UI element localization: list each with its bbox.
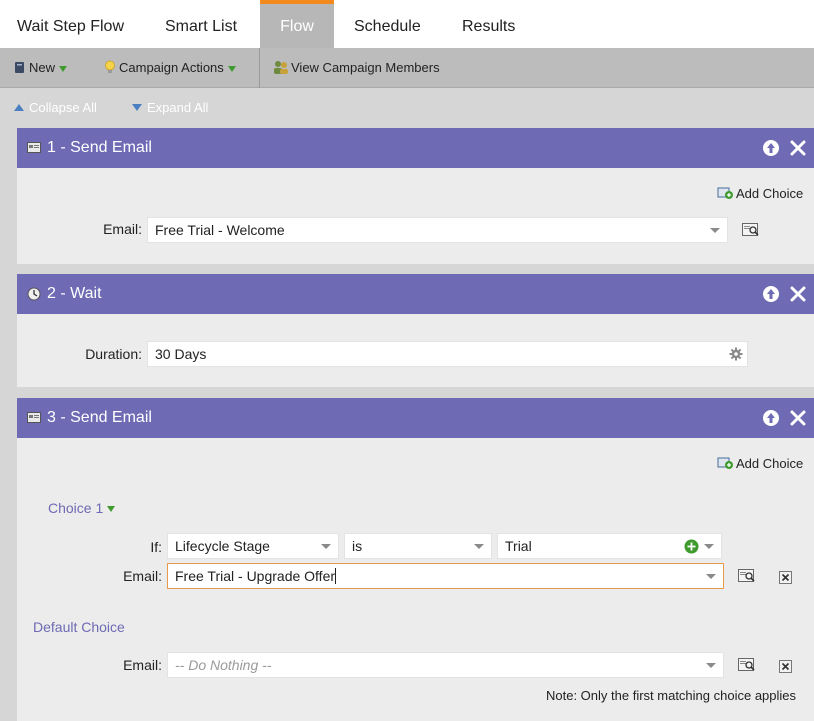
new-icon bbox=[15, 62, 24, 73]
preview-icon[interactable] bbox=[738, 658, 756, 672]
step-header[interactable]: 2 - Wait bbox=[17, 274, 814, 314]
clock-icon bbox=[27, 287, 41, 301]
move-up-icon[interactable] bbox=[762, 409, 780, 427]
duration-value: 30 Days bbox=[155, 346, 207, 362]
chevron-down-icon bbox=[227, 65, 236, 72]
view-campaign-members-button[interactable]: View Campaign Members bbox=[273, 48, 440, 88]
default-choice-label: Default Choice bbox=[33, 619, 125, 635]
tab-bar: Wait Step Flow Smart List Flow Schedule … bbox=[0, 0, 814, 48]
email-value: Free Trial - Welcome bbox=[155, 222, 285, 238]
preview-icon[interactable] bbox=[738, 569, 756, 583]
email-label: Email: bbox=[103, 221, 142, 237]
chevron-down-icon bbox=[474, 544, 484, 549]
triangle-down-icon bbox=[132, 104, 142, 111]
add-choice-icon bbox=[717, 457, 733, 469]
default-email-label: Email: bbox=[123, 657, 162, 673]
preview-icon[interactable] bbox=[742, 223, 760, 237]
view-campaign-members-label: View Campaign Members bbox=[291, 60, 440, 75]
flow-step-2: 2 - Wait Duration: 30 Days bbox=[17, 274, 814, 387]
step-header[interactable]: 3 - Send Email bbox=[17, 398, 814, 438]
choice-note: Note: Only the first matching choice app… bbox=[546, 688, 797, 703]
email-select[interactable]: Free Trial - Welcome bbox=[147, 217, 728, 243]
choice-1-toggle[interactable]: Choice 1 bbox=[48, 500, 116, 516]
gear-icon[interactable] bbox=[729, 347, 743, 361]
step-title: 3 - Send Email bbox=[47, 409, 152, 426]
add-choice-label: Add Choice bbox=[736, 456, 804, 471]
delete-choice-icon[interactable] bbox=[779, 660, 792, 673]
collapse-all-button[interactable]: Collapse All bbox=[14, 100, 97, 115]
add-choice-button[interactable]: Add Choice bbox=[717, 186, 803, 201]
step-header[interactable]: 1 - Send Email bbox=[17, 128, 814, 168]
choice-email-select[interactable]: Free Trial - Upgrade Offer bbox=[167, 563, 724, 589]
delete-choice-icon[interactable] bbox=[779, 571, 792, 584]
tab-smart-list[interactable]: Smart List bbox=[165, 0, 237, 48]
condition-operator-select[interactable]: is bbox=[344, 533, 492, 559]
condition-value: Trial bbox=[505, 538, 532, 554]
duration-label: Duration: bbox=[85, 346, 142, 362]
tab-results[interactable]: Results bbox=[462, 0, 515, 48]
chevron-down-icon bbox=[107, 506, 116, 513]
tab-flow[interactable]: Flow bbox=[260, 0, 334, 48]
move-up-icon[interactable] bbox=[762, 139, 780, 157]
flow-step-1: 1 - Send Email Add Choice Email: Free Tr… bbox=[17, 128, 814, 264]
email-label: Email: bbox=[123, 568, 162, 584]
chevron-down-icon bbox=[710, 228, 720, 233]
expand-all-label: Expand All bbox=[147, 100, 209, 115]
new-menu-button[interactable]: New bbox=[14, 48, 68, 88]
lightbulb-icon bbox=[105, 60, 115, 73]
chevron-down-icon bbox=[706, 574, 716, 579]
duration-field[interactable]: 30 Days bbox=[147, 341, 748, 367]
close-icon[interactable] bbox=[789, 409, 807, 427]
collapse-all-label: Collapse All bbox=[29, 100, 97, 115]
add-choice-label: Add Choice bbox=[736, 186, 804, 201]
expand-all-button[interactable]: Expand All bbox=[132, 100, 208, 115]
collapse-expand-row: Collapse All Expand All bbox=[0, 89, 814, 127]
default-email-select[interactable]: -- Do Nothing -- bbox=[167, 652, 724, 678]
close-icon[interactable] bbox=[789, 285, 807, 303]
text-cursor bbox=[335, 568, 337, 584]
new-label: New bbox=[29, 60, 56, 75]
close-icon[interactable] bbox=[789, 139, 807, 157]
step-title: 2 - Wait bbox=[47, 285, 102, 302]
condition-field-value: Lifecycle Stage bbox=[175, 538, 270, 554]
choice-label: Choice 1 bbox=[48, 500, 104, 516]
condition-value-select[interactable]: Trial bbox=[497, 533, 722, 559]
tab-schedule[interactable]: Schedule bbox=[354, 0, 421, 48]
flow-step-3: 3 - Send Email Add Choice Choice 1 If: L… bbox=[17, 398, 814, 721]
email-icon bbox=[27, 142, 41, 153]
condition-field-select[interactable]: Lifecycle Stage bbox=[167, 533, 339, 559]
add-value-icon[interactable] bbox=[684, 539, 699, 554]
email-icon bbox=[27, 412, 41, 423]
tab-wait-step-flow[interactable]: Wait Step Flow bbox=[17, 0, 124, 48]
step-title: 1 - Send Email bbox=[47, 139, 152, 156]
condition-operator-value: is bbox=[352, 538, 363, 554]
move-up-icon[interactable] bbox=[762, 285, 780, 303]
if-label: If: bbox=[150, 539, 162, 555]
chevron-down-icon bbox=[704, 544, 714, 549]
choice-email-value: Free Trial - Upgrade Offer bbox=[175, 568, 336, 584]
toolbar: New Campaign Actions View Campaign Membe… bbox=[0, 48, 814, 88]
campaign-actions-label: Campaign Actions bbox=[119, 60, 224, 75]
default-email-placeholder: -- Do Nothing -- bbox=[175, 657, 272, 673]
chevron-down-icon bbox=[321, 544, 331, 549]
members-icon bbox=[274, 61, 288, 74]
campaign-actions-button[interactable]: Campaign Actions bbox=[104, 48, 236, 88]
add-choice-icon bbox=[717, 187, 733, 199]
toolbar-divider bbox=[259, 48, 260, 88]
chevron-down-icon bbox=[706, 663, 716, 668]
triangle-up-icon bbox=[14, 104, 24, 111]
add-choice-button[interactable]: Add Choice bbox=[717, 456, 803, 471]
chevron-down-icon bbox=[59, 65, 68, 72]
